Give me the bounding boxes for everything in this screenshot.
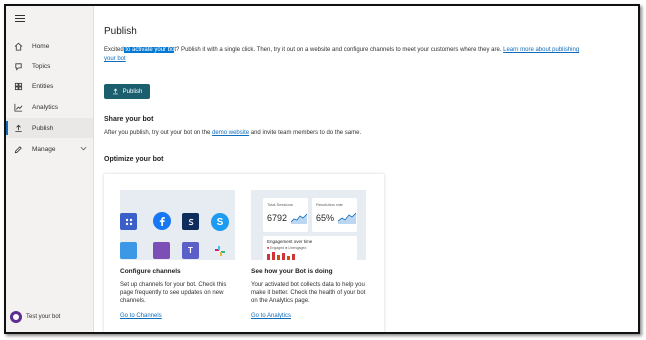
dynamics-tile-icon: [120, 242, 137, 259]
sidebar-item-label: Analytics: [32, 103, 59, 111]
sidebar-item-label: Publish: [32, 124, 54, 132]
teams-icon: T: [182, 242, 199, 259]
bot-avatar-icon: [10, 311, 22, 323]
sidebar-item-label: Manage: [32, 145, 56, 153]
chevron-down-icon[interactable]: [80, 146, 87, 153]
go-to-analytics-link[interactable]: Go to Analytics: [251, 313, 366, 319]
sidebar-item-analytics[interactable]: Analytics: [6, 97, 93, 117]
resolution-stat-tile: Resolution rate 65%: [312, 198, 357, 232]
share-text-start: After you publish, try out your bot on t…: [104, 130, 213, 136]
legend-unengaged: Unengaged: [288, 246, 307, 250]
resolution-label: Resolution rate: [316, 202, 343, 207]
optimize-heading: Optimize your bot: [104, 156, 164, 163]
intro-text-start: Excited: [104, 47, 124, 53]
sessions-label: Total Sessions: [267, 202, 293, 207]
main-content: Publish Excited to activate your bot? Pu…: [104, 6, 634, 332]
sidebar-item-label: Entities: [32, 82, 54, 90]
test-your-bot-button[interactable]: Test your bot: [10, 311, 60, 323]
share-text: After you publish, try out your bot on t…: [104, 130, 361, 136]
resolution-value: 65%: [316, 213, 335, 223]
optimize-cards-panel: S T Configure channels Set up channels f…: [104, 174, 384, 332]
legend-engaged: Engaged: [270, 246, 285, 250]
analytics-illustration: Total Sessions 6792 Resolution rate 65% …: [251, 190, 366, 260]
sidebar-item-label: Home: [32, 42, 50, 50]
engagement-legend: ■ Engaged ■ Unengaged: [267, 246, 307, 250]
sessions-stat-tile: Total Sessions 6792: [263, 198, 308, 232]
sidebar-item-entities[interactable]: Entities: [6, 76, 93, 96]
home-icon: [14, 42, 23, 51]
intro-text-selection: to activate your bo: [123, 47, 175, 53]
manage-icon: [14, 145, 23, 154]
entities-icon: [14, 82, 23, 91]
teams-tile-icon: [120, 213, 137, 230]
card-description: Set up channels for your bot. Check this…: [120, 282, 227, 304]
intro-text-rest: t? Publish it with a single click. Then,…: [174, 47, 504, 53]
demo-website-link[interactable]: demo website: [212, 130, 249, 136]
analytics-card: Total Sessions 6792 Resolution rate 65% …: [251, 190, 366, 319]
publish-button-label: Publish: [122, 88, 143, 95]
engagement-tile: Engagement over time ■ Engaged ■ Unengag…: [263, 236, 357, 260]
messaging-tile-icon: [153, 242, 170, 259]
card-title: Configure channels: [120, 268, 181, 275]
go-to-channels-link[interactable]: Go to Channels: [120, 313, 235, 319]
page-title: Publish: [104, 26, 137, 37]
resolution-sparkline: [338, 212, 356, 224]
engagement-label: Engagement over time: [267, 239, 313, 244]
sidebar-item-home[interactable]: Home: [6, 36, 93, 56]
app-window: Home Topics Entities Analytics Publish M…: [4, 4, 640, 334]
analytics-icon: [14, 103, 23, 112]
slack-icon: [211, 242, 228, 259]
skype-icon: S: [211, 213, 229, 231]
sidebar-item-manage[interactable]: Manage: [6, 139, 93, 159]
sidebar-item-topics[interactable]: Topics: [6, 56, 93, 76]
hamburger-menu-icon[interactable]: [15, 15, 25, 25]
sharepoint-tile-icon: [182, 213, 199, 230]
publish-icon: [14, 124, 23, 133]
facebook-icon: [153, 212, 171, 230]
share-heading: Share your bot: [104, 116, 154, 123]
topics-icon: [14, 62, 23, 71]
card-description: Your activated bot collects data to help…: [251, 282, 366, 304]
share-text-end: and invite team members to do the same.: [249, 130, 362, 136]
sidebar-item-label: Topics: [32, 62, 51, 70]
engagement-bars: [267, 252, 295, 260]
card-title: See how your Bot is doing: [251, 268, 333, 275]
configure-channels-card: S T Configure channels Set up channels f…: [120, 190, 235, 319]
upload-icon: [112, 88, 118, 95]
channels-illustration: S T: [120, 190, 235, 260]
publish-button[interactable]: Publish: [104, 84, 150, 99]
sessions-value: 6792: [267, 213, 288, 223]
sessions-sparkline: [291, 213, 307, 224]
test-your-bot-label: Test your bot: [26, 314, 61, 320]
intro-text: Excited to activate your bot? Publish it…: [104, 46, 584, 64]
sidebar: Home Topics Entities Analytics Publish M…: [6, 6, 94, 332]
sidebar-item-publish[interactable]: Publish: [6, 118, 93, 138]
